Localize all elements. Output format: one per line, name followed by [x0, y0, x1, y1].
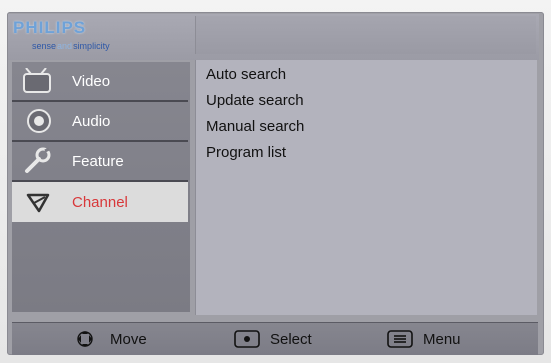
main-menu: Video Audio Feature Channel [12, 62, 190, 312]
select-button-icon [234, 330, 260, 348]
submenu-item-manual-search[interactable]: Manual search [206, 118, 304, 135]
tagline-mid: and [57, 41, 73, 51]
menu-item-audio[interactable]: Audio [12, 102, 188, 142]
menu-item-feature[interactable]: Feature [12, 142, 188, 182]
submenu-item-program-list[interactable]: Program list [206, 144, 286, 161]
menu-item-label: Channel [72, 193, 128, 211]
hint-menu-label: Menu [423, 330, 461, 348]
brand-logo: PHILIPS senseandsimplicity [10, 16, 190, 58]
tagline-left: sense [32, 41, 57, 51]
hint-menu: Menu [387, 323, 461, 355]
submenu-item-update-search[interactable]: Update search [206, 92, 304, 109]
wrench-icon [18, 146, 58, 176]
submenu-item-auto-search[interactable]: Auto search [206, 66, 286, 83]
footer-hints: Move Select Menu [12, 322, 538, 355]
hint-select: Select [234, 323, 312, 355]
hint-move-label: Move [110, 330, 147, 348]
speaker-icon [18, 106, 58, 136]
antenna-icon [18, 187, 58, 217]
menu-item-label: Feature [72, 152, 124, 170]
hint-select-label: Select [270, 330, 312, 348]
brand-tagline: senseandsimplicity [32, 41, 110, 51]
tv-icon [18, 66, 58, 96]
move-arrows-icon [70, 329, 100, 349]
menu-item-label: Video [72, 72, 111, 90]
tagline-right: simplicity [73, 41, 110, 51]
hint-move: Move [70, 323, 147, 355]
header-info-area [195, 16, 536, 54]
menu-button-icon [387, 330, 413, 348]
submenu-panel: Auto search Update search Manual search … [195, 60, 537, 315]
menu-item-video[interactable]: Video [12, 62, 188, 102]
menu-item-channel[interactable]: Channel [12, 182, 188, 222]
brand-name: PHILIPS [13, 18, 87, 37]
menu-item-label: Audio [72, 112, 111, 130]
